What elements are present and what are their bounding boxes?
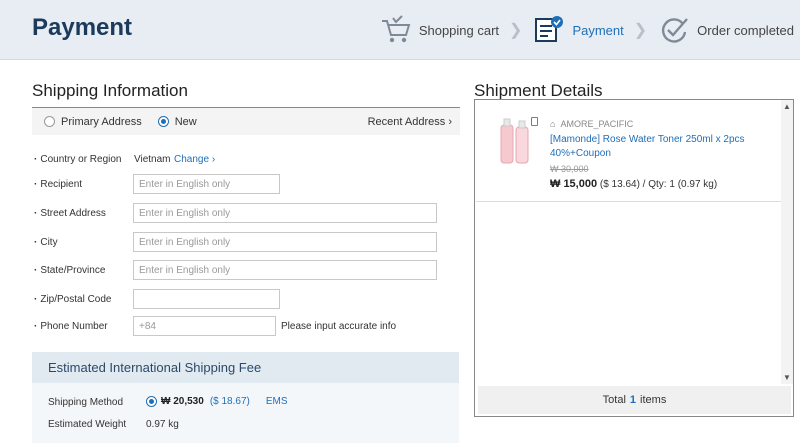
phone-row: Phone Number +84 Please input accurate i… [32, 316, 460, 336]
method-name: EMS [265, 396, 288, 407]
zip-input[interactable] [133, 289, 280, 309]
cart-icon [379, 13, 413, 47]
total-prefix: Total [602, 394, 626, 406]
step-order-completed: Order completed [657, 13, 794, 47]
street-label: Street Address [34, 208, 134, 219]
product-name-link[interactable]: [Mamonde] Rose Water Toner 250ml x 2pcs … [550, 133, 770, 161]
step-label: Payment [572, 22, 624, 38]
checkout-steps: Shopping cart ❯ Payment ❯ Order complete… [379, 0, 794, 60]
total-count: 1 [629, 394, 637, 406]
recent-address-label: Recent Address [367, 116, 446, 128]
seller-name: AMORE_PACIFIC [560, 119, 634, 129]
price-usd: ($ 13.64) [599, 179, 640, 190]
radio-icon [44, 116, 55, 127]
recipient-label: Recipient [34, 179, 134, 190]
original-price: ₩ 30,000 [550, 164, 589, 174]
price-line: ₩ 15,000 ($ 13.64) / Qty: 1 (0.97 kg) [550, 178, 718, 190]
radio-selected-icon [157, 116, 169, 127]
weight-label: Estimated Weight [48, 419, 127, 430]
zip-label: Zip/Postal Code [34, 294, 134, 305]
new-address-radio[interactable]: New [157, 115, 197, 128]
street-input[interactable]: Enter in English only [133, 203, 437, 223]
change-label: Change [174, 153, 210, 165]
step-shopping-cart: Shopping cart [379, 13, 499, 47]
recipient-row: Recipient Enter in English only [32, 174, 460, 194]
scroll-down-icon[interactable]: ▼ [783, 373, 791, 382]
shipping-method-option[interactable]: ₩ 20,530 ($ 18.67) EMS [146, 396, 288, 407]
home-icon: ⌂ [550, 119, 556, 129]
city-row: City Enter in English only [32, 232, 460, 252]
total-items: Total 1 items [478, 386, 791, 414]
quantity: Qty: 1 [648, 179, 675, 190]
step-label: Order completed [697, 22, 794, 38]
chevron-right-icon: ❯ [633, 22, 648, 39]
sale-price: ₩ 15,000 [550, 178, 598, 190]
step-label: Shopping cart [418, 22, 500, 38]
recent-address-link[interactable]: Recent Address › [368, 116, 452, 128]
fee-amount: ₩ 20,530 [161, 396, 204, 407]
chevron-right-icon: › [448, 116, 452, 128]
shipment-item: ⌂ AMORE_PACIFIC [Mamonde] Rose Water Ton… [476, 101, 782, 202]
product-image [498, 115, 532, 165]
address-selector: Primary Address New Recent Address › [32, 107, 460, 135]
mobile-icon [531, 117, 538, 126]
shipping-fee-box: Estimated International Shipping Fee Shi… [32, 352, 459, 443]
state-row: State/Province Enter in English only [32, 260, 460, 280]
city-label: City [34, 237, 134, 248]
shipping-information-section: Shipping Information Primary Address New… [32, 60, 460, 443]
scroll-up-icon[interactable]: ▲ [783, 102, 791, 111]
scrollbar[interactable]: ▲ ▼ [781, 100, 793, 384]
state-input[interactable]: Enter in English only [133, 260, 437, 280]
radio-label: Primary Address [61, 115, 142, 128]
shipping-method-label: Shipping Method [48, 397, 124, 408]
shipment-details-section: Shipment Details ⌂ AMORE_PACIFIC [Mamond… [474, 60, 794, 417]
radio-selected-icon [146, 396, 157, 407]
order-completed-icon [657, 13, 691, 47]
seller: ⌂ AMORE_PACIFIC [550, 119, 633, 129]
phone-label: Phone Number [34, 321, 134, 332]
country-value: Vietnam [134, 153, 171, 165]
chevron-right-icon: ❯ [509, 22, 523, 39]
fee-title: Estimated International Shipping Fee [32, 352, 459, 383]
chevron-right-icon: › [211, 153, 216, 165]
page-title: Payment [32, 14, 133, 41]
shipment-panel: ⌂ AMORE_PACIFIC [Mamonde] Rose Water Ton… [474, 99, 794, 417]
phone-hint: Please input accurate info [281, 320, 397, 332]
section-title: Shipping Information [32, 81, 188, 100]
country-row: Country or Region Vietnam Change › [32, 149, 460, 169]
primary-address-radio[interactable]: Primary Address [44, 116, 142, 128]
street-row: Street Address Enter in English only [32, 203, 460, 223]
zip-row: Zip/Postal Code [32, 289, 460, 309]
phone-input[interactable]: +84 [133, 316, 276, 336]
state-label: State/Province [34, 265, 134, 276]
step-payment: Payment [532, 13, 624, 47]
radio-label: New [174, 115, 197, 128]
weight-value: 0.97 kg [146, 419, 179, 430]
recipient-input[interactable]: Enter in English only [133, 174, 280, 194]
change-country-link[interactable]: Change › [174, 154, 215, 165]
fee-usd: ($ 18.67) [209, 396, 250, 407]
city-input[interactable]: Enter in English only [133, 232, 437, 252]
total-suffix: items [640, 394, 667, 406]
item-weight: (0.97 kg) [677, 179, 718, 190]
payment-form-icon [532, 13, 566, 47]
page-header: Payment Shopping cart ❯ Payment ❯ Order … [0, 0, 800, 60]
country-label: Country or Region [34, 154, 134, 165]
